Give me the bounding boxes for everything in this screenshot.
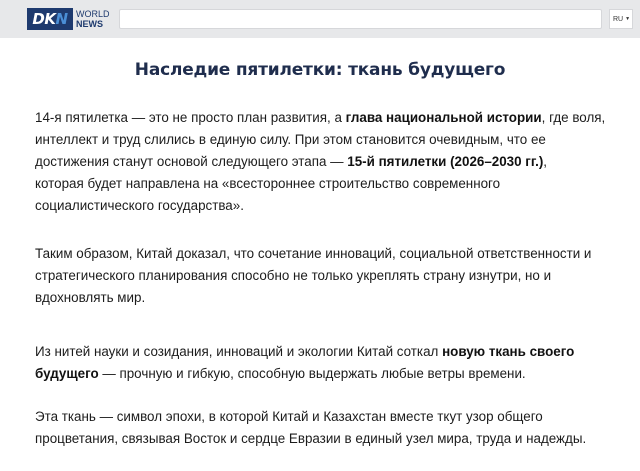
top-bar: DKN WORLD NEWS RU ▼ [0,0,640,38]
logo-word-news: NEWS [76,19,103,29]
text-run: , [543,154,548,169]
paragraph-3: Из нитей науки и созидания, инноваций и … [35,341,630,385]
text-line: 14-я пятилетка — это не просто план разв… [35,107,630,129]
logo-wordmark: WORLD NEWS [76,9,110,29]
language-select[interactable]: RU ▼ [609,9,633,29]
site-logo[interactable]: DKN WORLD NEWS [27,8,110,30]
text-run: — прочную и гибкую, способную выдержать … [98,366,526,381]
highlight-text: будущего [35,366,99,381]
text-line: социалистического государства». [35,198,244,213]
highlight-text: 15-й пятилетки (2026–2030 гг.) [347,154,544,169]
article-title: Наследие пятилетки: ткань будущего [134,60,506,80]
text-run: Из нитей науки и созидания, инноваций и … [35,344,443,359]
text-line: интеллект и труд слились в единую силу. … [35,132,546,147]
logo-mid: N [55,10,69,28]
logo-left: DK [32,10,56,28]
text-line: Эта ткань — символ эпохи, в которой Кита… [35,409,543,424]
language-label: RU [613,15,624,23]
text-line: будущего — прочную и гибкую, способную в… [35,363,630,385]
highlight-text: новую ткань своего [442,344,575,359]
text-line: процветания, связывая Восток и сердце Ев… [35,431,587,446]
chevron-down-icon: ▼ [625,16,631,22]
text-line: стратегического планирования способно не… [35,268,552,283]
search-input[interactable] [119,9,602,29]
logo-mark: DKN [27,8,73,30]
text-run: , где воля, [541,110,606,125]
highlight-text: глава национальной истории [345,110,542,125]
text-run: достижения станут основой следующего эта… [35,154,348,169]
text-line: Таким образом, Китай доказал, что сочета… [35,246,592,261]
text-line: которая будет направлена на «всесторонне… [35,176,501,191]
paragraph-1: 14-я пятилетка — это не просто план разв… [35,107,630,217]
text-line: Из нитей науки и созидания, инноваций и … [35,341,630,363]
text-line: вдохновлять мир. [35,290,146,305]
text-line: достижения станут основой следующего эта… [35,151,630,173]
logo-word-world: WORLD [76,9,110,19]
paragraph-4: Эта ткань — символ эпохи, в которой Кита… [35,406,630,450]
text-run: 14-я пятилетка — это не просто план разв… [35,110,346,125]
paragraph-2: Таким образом, Китай доказал, что сочета… [35,243,630,309]
